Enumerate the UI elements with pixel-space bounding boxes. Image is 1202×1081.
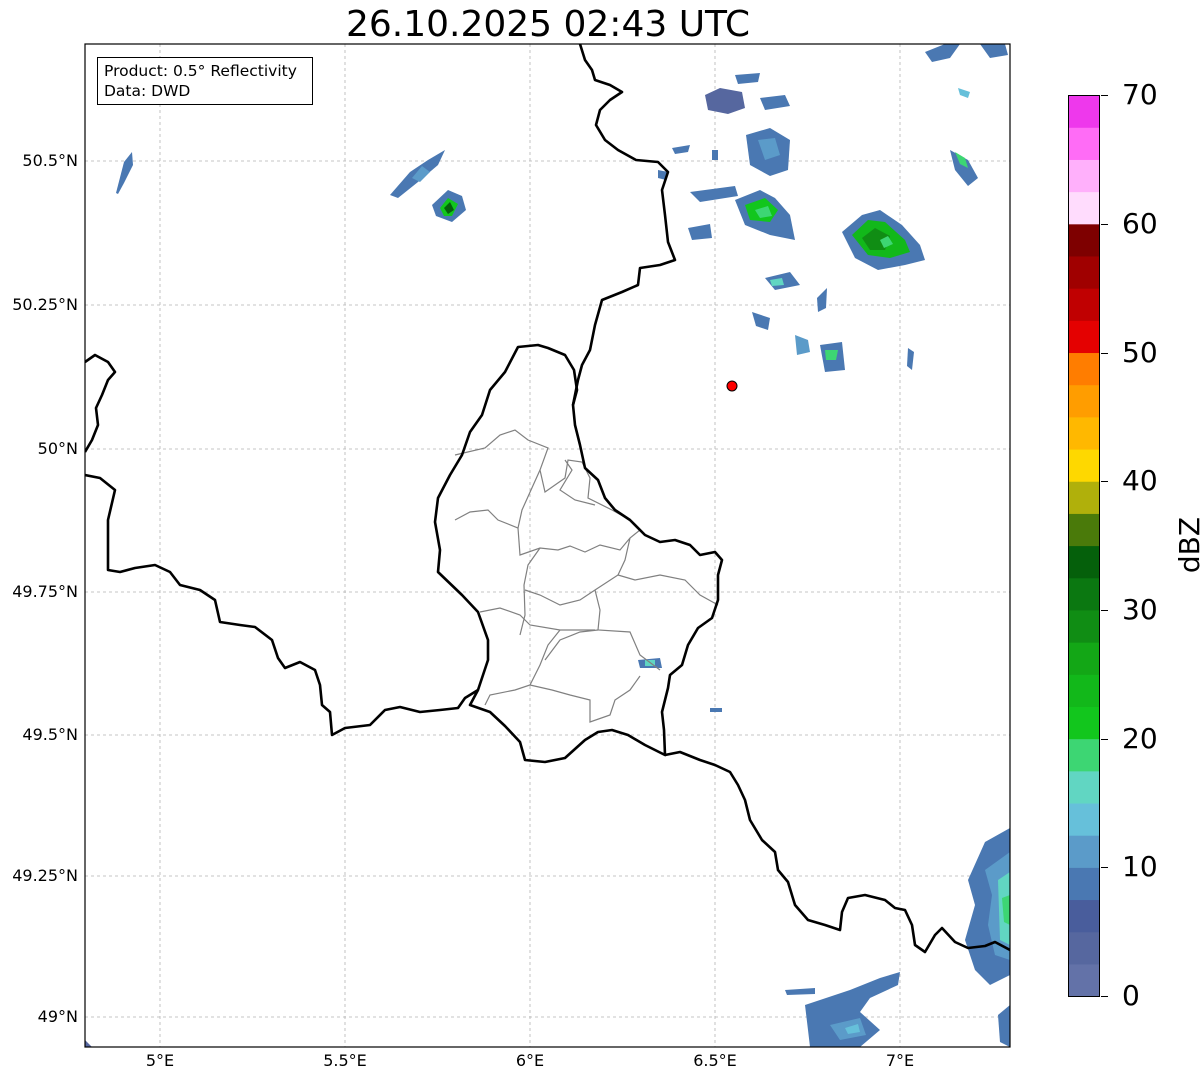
colorbar-tick (1101, 481, 1108, 482)
product-info-box: Product: 0.5° Reflectivity Data: DWD (97, 57, 313, 105)
colorbar-label-40: 40 (1122, 464, 1158, 497)
lon-label-5: 5°E (145, 1051, 175, 1070)
radar-site-marker (726, 380, 738, 392)
lat-label-49-5: 49.5°N (22, 725, 78, 744)
colorbar-label-30: 30 (1122, 593, 1158, 626)
lat-label-50-5: 50.5°N (22, 151, 78, 170)
colorbar-unit-label: dBZ (1173, 516, 1202, 574)
colorbar-label-0: 0 (1122, 979, 1140, 1012)
colorbar (1068, 95, 1100, 997)
colorbar-tick (1101, 867, 1108, 868)
data-source-label: Data: DWD (104, 82, 191, 100)
colorbar-label-20: 20 (1122, 722, 1158, 755)
colorbar-tick (1101, 224, 1108, 225)
lon-label-5-5: 5.5°E (323, 1051, 367, 1070)
lat-label-50: 50°N (37, 439, 78, 458)
lat-label-50-25: 50.25°N (12, 295, 78, 314)
colorbar-tick (1101, 996, 1108, 997)
lon-label-6: 6°E (515, 1051, 545, 1070)
colorbar-tick (1101, 739, 1108, 740)
lat-label-49: 49°N (37, 1007, 78, 1026)
colorbar-label-60: 60 (1122, 207, 1158, 240)
colorbar-tick (1101, 353, 1108, 354)
product-label: Product: 0.5° Reflectivity (104, 62, 297, 80)
colorbar-label-10: 10 (1122, 850, 1158, 883)
lon-label-6-5: 6.5°E (693, 1051, 737, 1070)
colorbar-label-50: 50 (1122, 336, 1158, 369)
radar-map (84, 43, 1100, 1048)
colorbar-label-70: 70 (1122, 78, 1158, 111)
lat-label-49-75: 49.75°N (12, 582, 78, 601)
colorbar-tick (1101, 610, 1108, 611)
lon-label-7: 7°E (885, 1051, 915, 1070)
lat-label-49-25: 49.25°N (12, 866, 78, 885)
colorbar-tick (1101, 95, 1108, 96)
